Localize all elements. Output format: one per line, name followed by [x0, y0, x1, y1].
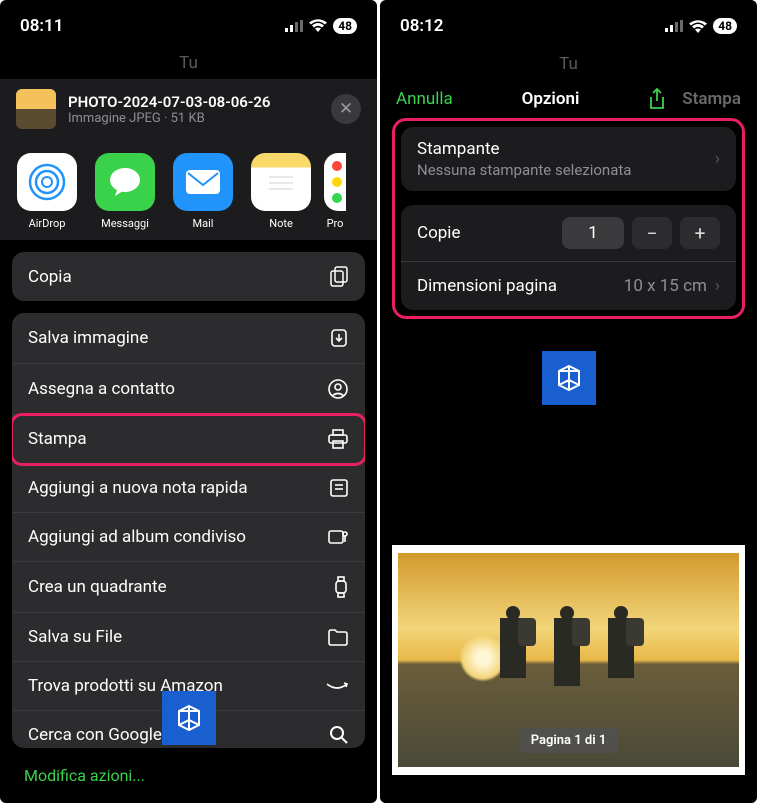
printer-group: Stampante Nessuna stampante selezionata … — [401, 127, 736, 191]
status-icons: 48 — [285, 18, 357, 34]
note-icon — [329, 478, 349, 498]
action-crea-un-quadrante[interactable]: Crea un quadrante — [12, 562, 365, 613]
nav-title: Opzioni — [522, 89, 580, 109]
action-aggiungi-ad-album-condiviso[interactable]: Aggiungi ad album condiviso — [12, 513, 365, 562]
mail-icon — [173, 153, 233, 211]
dismiss-button[interactable]: ✕ — [331, 94, 361, 124]
status-time: 08:11 — [20, 16, 63, 36]
folder-icon — [327, 628, 349, 646]
copies-value[interactable]: 1 — [562, 217, 624, 249]
action-assegna-a-contatto[interactable]: Assegna a contatto — [12, 364, 365, 415]
action-aggiungi-a-nuova-nota-rapida[interactable]: Aggiungi a nuova nota rapida — [12, 464, 365, 513]
file-name: PHOTO-2024-07-03-08-06-26 — [68, 93, 319, 111]
file-thumbnail — [16, 89, 56, 129]
share-apps-row[interactable]: AirDrop Messaggi Mail Note Pro — [0, 139, 377, 240]
copy-action[interactable]: Copia — [12, 252, 365, 301]
highlighted-form-outline: Stampante Nessuna stampante selezionata … — [392, 118, 745, 319]
share-header: PHOTO-2024-07-03-08-06-26 Immagine JPEG … — [0, 79, 377, 139]
status-bar: 08:12 48 — [380, 0, 757, 48]
print-icon — [327, 429, 349, 449]
cellular-icon — [665, 20, 683, 32]
printer-row[interactable]: Stampante Nessuna stampante selezionata … — [401, 127, 736, 191]
album-icon — [327, 528, 349, 546]
decrement-button[interactable]: − — [632, 217, 672, 249]
battery-level: 48 — [713, 18, 737, 34]
share-sheet-screen: 08:11 48 Tu PHOTO-2024-07-03-08-06-26 Im… — [0, 0, 377, 803]
print-preview[interactable]: Pagina 1 di 1 — [392, 545, 745, 775]
file-meta: PHOTO-2024-07-03-08-06-26 Immagine JPEG … — [68, 93, 319, 126]
cellular-icon — [285, 20, 303, 32]
file-subtitle: Immagine JPEG · 51 KB — [68, 111, 319, 126]
contact-icon — [327, 378, 349, 400]
actions-list: Salva immagineAssegna a contattoStampaAg… — [12, 313, 365, 748]
app-logo-overlay — [542, 351, 596, 405]
battery-level: 48 — [333, 18, 357, 34]
share-app-messages[interactable]: Messaggi — [86, 153, 164, 230]
modify-actions-link[interactable]: Modifica azioni... — [0, 748, 377, 803]
nav-right: Stampa — [648, 88, 741, 110]
share-icon[interactable] — [648, 88, 666, 110]
more-apps-icon — [324, 153, 346, 211]
print-button[interactable]: Stampa — [682, 89, 741, 109]
increment-button[interactable]: + — [680, 217, 720, 249]
messages-icon — [95, 153, 155, 211]
app-logo-overlay — [162, 691, 216, 745]
settings-group: Copie 1 − + Dimensioni pagina 10 x 15 cm… — [401, 205, 736, 310]
page-indicator: Pagina 1 di 1 — [519, 728, 619, 753]
chevron-right-icon: › — [715, 149, 720, 169]
copies-row: Copie 1 − + — [401, 205, 736, 262]
nav-bar: Annulla Opzioni Stampa — [380, 80, 757, 118]
preview-image: Pagina 1 di 1 — [398, 553, 739, 767]
amazon-icon — [325, 680, 349, 692]
share-app-notes[interactable]: Note — [242, 153, 320, 230]
share-app-airdrop[interactable]: AirDrop — [8, 153, 86, 230]
background-title: Tu — [380, 48, 757, 80]
wifi-icon — [689, 20, 707, 33]
copy-icon — [329, 266, 349, 288]
share-app-more[interactable]: Pro — [320, 153, 350, 230]
print-form: Stampante Nessuna stampante selezionata … — [392, 118, 745, 319]
copy-group: Copia — [12, 252, 365, 301]
status-bar: 08:11 48 — [0, 0, 377, 47]
background-title: Tu — [0, 47, 377, 79]
watchface-icon — [333, 576, 349, 598]
download-icon — [329, 327, 349, 349]
page-size-row[interactable]: Dimensioni pagina 10 x 15 cm › — [401, 262, 736, 310]
action-salva-su-file[interactable]: Salva su File — [12, 613, 365, 662]
print-options-screen: 08:12 48 Tu Annulla Opzioni Stampa — [380, 0, 757, 803]
notes-icon — [251, 153, 311, 211]
action-stampa[interactable]: Stampa — [12, 415, 365, 464]
close-icon: ✕ — [339, 99, 353, 119]
search-icon — [329, 725, 349, 745]
wifi-icon — [309, 19, 327, 32]
airdrop-icon — [17, 153, 77, 211]
preview-area: Pagina 1 di 1 — [380, 319, 757, 803]
status-time: 08:12 — [400, 16, 443, 36]
status-icons: 48 — [665, 18, 737, 34]
copies-stepper: 1 − + — [562, 217, 720, 249]
cancel-button[interactable]: Annulla — [396, 89, 453, 109]
action-salva-immagine[interactable]: Salva immagine — [12, 313, 365, 364]
chevron-right-icon: › — [715, 276, 720, 296]
share-app-mail[interactable]: Mail — [164, 153, 242, 230]
